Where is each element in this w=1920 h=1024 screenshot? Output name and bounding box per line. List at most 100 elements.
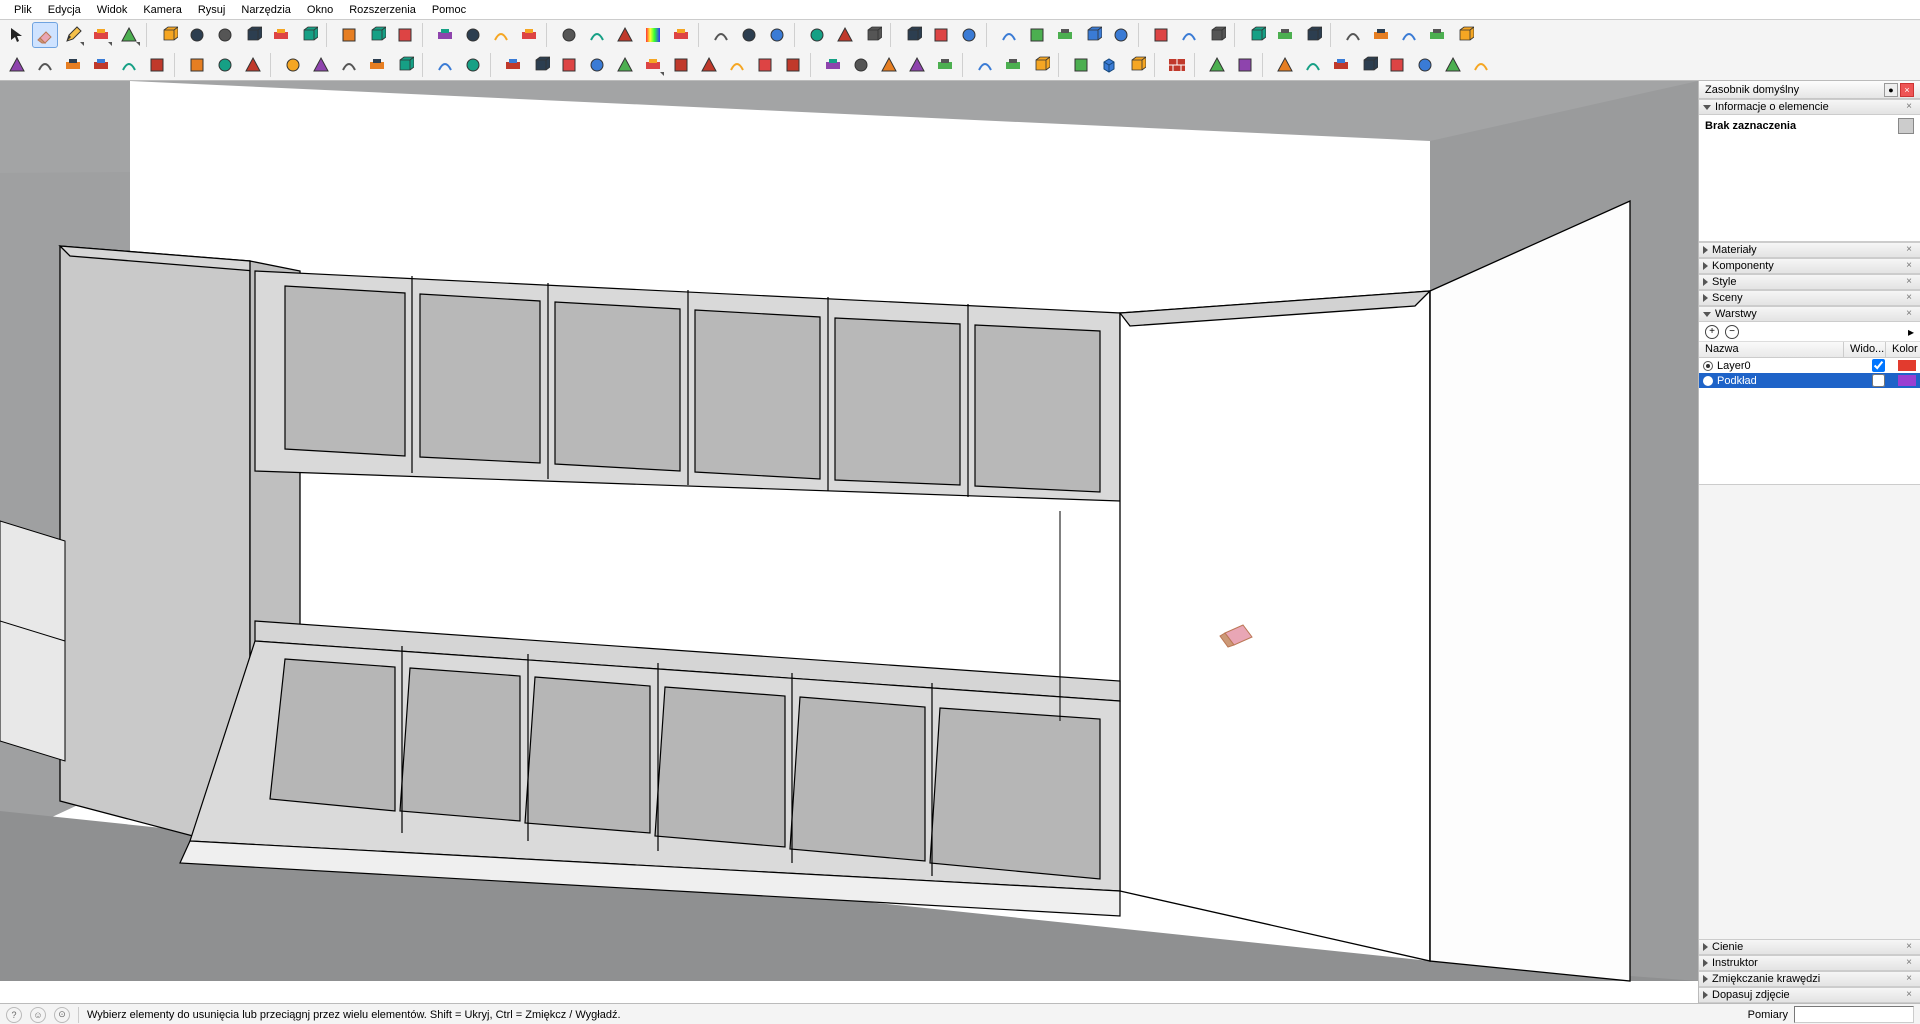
panel-materials-header[interactable]: Materiały × — [1699, 242, 1920, 258]
toolbar-poly1-button[interactable] — [996, 22, 1022, 48]
panel-close-icon[interactable]: × — [1902, 307, 1916, 321]
layer-visible-checkbox[interactable] — [1858, 374, 1898, 387]
toolbar-curve4-button[interactable] — [584, 52, 610, 78]
toolbar-arc-button[interactable] — [640, 52, 666, 78]
toolbar-scale-button[interactable] — [268, 22, 294, 48]
toolbar-sq2-button[interactable] — [696, 52, 722, 78]
tray-pin-icon[interactable]: ● — [1884, 83, 1898, 97]
toolbar-leaf-button[interactable] — [144, 52, 170, 78]
toolbar-tape-button[interactable] — [336, 22, 362, 48]
toolbar-arc1-button[interactable] — [900, 22, 926, 48]
toolbar-cubeblue-button[interactable] — [1096, 52, 1122, 78]
toolbar-curve6-button[interactable] — [724, 52, 750, 78]
toolbar-wrench2-button[interactable] — [460, 52, 486, 78]
toolbar-img2-button[interactable] — [212, 52, 238, 78]
menu-camera[interactable]: Kamera — [135, 2, 190, 18]
toolbar-poly2-button[interactable] — [1052, 22, 1078, 48]
menu-draw[interactable]: Rysuj — [190, 2, 234, 18]
toolbar-peel2-button[interactable] — [1424, 22, 1450, 48]
panel-close-icon[interactable]: × — [1902, 243, 1916, 257]
col-visible[interactable]: Wido... — [1844, 342, 1886, 357]
toolbar-paint-button[interactable] — [392, 22, 418, 48]
toolbar-eyedrop-button[interactable] — [668, 22, 694, 48]
panel-scenes-header[interactable]: Sceny × — [1699, 290, 1920, 306]
panel-matchphoto-header[interactable]: Dopasuj zdjęcie × — [1699, 987, 1920, 1003]
layer-menu-icon[interactable]: ▸ — [1908, 325, 1914, 339]
panel-close-icon[interactable]: × — [1902, 291, 1916, 305]
toolbar-rect-button[interactable] — [88, 22, 114, 48]
toolbar-ax3-button[interactable] — [1328, 52, 1354, 78]
toolbar-grid1-button[interactable] — [972, 52, 998, 78]
help-icon[interactable]: ? — [6, 1007, 22, 1023]
user-icon[interactable]: ☺ — [30, 1007, 46, 1023]
toolbar-layers2-button[interactable] — [1368, 22, 1394, 48]
menu-file[interactable]: Plik — [6, 2, 40, 18]
toolbar-pos-button[interactable] — [612, 22, 638, 48]
toolbar-boxes-button[interactable] — [1204, 22, 1230, 48]
toolbar-zigline-button[interactable] — [820, 52, 846, 78]
menu-extensions[interactable]: Rozszerzenia — [341, 2, 424, 18]
toolbar-zig-button[interactable] — [752, 52, 778, 78]
toolbar-panel2-button[interactable] — [832, 22, 858, 48]
toolbar-peel3-button[interactable] — [1452, 22, 1478, 48]
toolbar-peel1-button[interactable] — [1396, 22, 1422, 48]
toolbar-cube2-button[interactable] — [32, 52, 58, 78]
panel-close-icon[interactable]: × — [1902, 275, 1916, 289]
toolbar-ax2-button[interactable] — [1300, 52, 1326, 78]
remove-layer-icon[interactable]: − — [1725, 325, 1739, 339]
tray-title-bar[interactable]: Zasobnik domyślny ● × — [1699, 81, 1920, 99]
panel-close-icon[interactable]: × — [1902, 100, 1916, 114]
toolbar-zoomext-button[interactable] — [516, 22, 542, 48]
layer-color-swatch[interactable] — [1898, 360, 1916, 371]
panel-soften-header[interactable]: Zmiękczanie krawędzi × — [1699, 971, 1920, 987]
toolbar-sel4-button[interactable] — [364, 52, 390, 78]
layer-visible-checkbox[interactable] — [1858, 359, 1898, 372]
toolbar-brick-button[interactable] — [1164, 52, 1190, 78]
panel-instructor-header[interactable]: Instruktor × — [1699, 955, 1920, 971]
toolbar-curve3-button[interactable] — [556, 52, 582, 78]
toolbar-cube3-button[interactable] — [60, 52, 86, 78]
toolbar-kettle-button[interactable] — [736, 22, 762, 48]
toolbar-sel1-button[interactable] — [280, 52, 306, 78]
toolbar-orbit-button[interactable] — [432, 22, 458, 48]
toolbar-offset-button[interactable] — [296, 22, 322, 48]
toolbar-arc2-button[interactable] — [928, 22, 954, 48]
toolbar-lock-button[interactable] — [860, 22, 886, 48]
toolbar-zoom-button[interactable] — [488, 22, 514, 48]
toolbar-img1-button[interactable] — [184, 52, 210, 78]
toolbar-layers1-button[interactable] — [1340, 22, 1366, 48]
toolbar-box3do-button[interactable] — [1176, 22, 1202, 48]
panel-close-icon[interactable]: × — [1902, 259, 1916, 273]
menu-help[interactable]: Pomoc — [424, 2, 474, 18]
toolbar-followme-button[interactable] — [240, 22, 266, 48]
toolbar-pencil-button[interactable] — [60, 22, 86, 48]
layer-color-swatch[interactable] — [1898, 375, 1916, 386]
toolbar-sel5-button[interactable] — [392, 52, 418, 78]
toolbar-ax6-button[interactable] — [1412, 52, 1438, 78]
toolbar-grid2-button[interactable] — [1000, 52, 1026, 78]
layer-row[interactable]: Podkład — [1699, 373, 1920, 388]
panel-entity-info-header[interactable]: Informacje o elemencie × — [1699, 99, 1920, 115]
toolbar-ax7-button[interactable] — [1440, 52, 1466, 78]
menu-view[interactable]: Widok — [89, 2, 136, 18]
panel-close-icon[interactable]: × — [1902, 956, 1916, 970]
toolbar-ax5-button[interactable] — [1384, 52, 1410, 78]
toolbar-select-button[interactable] — [4, 22, 30, 48]
toolbar-sel2-button[interactable] — [308, 52, 334, 78]
toolbar-pushpull-button[interactable] — [156, 22, 182, 48]
add-layer-icon[interactable]: + — [1705, 325, 1719, 339]
layer-active-radio[interactable] — [1703, 361, 1713, 371]
layers-columns-header[interactable]: Nazwa Wido... Kolor — [1699, 342, 1920, 358]
toolbar-grid9-button[interactable] — [1300, 22, 1326, 48]
toolbar-slab-button[interactable] — [88, 52, 114, 78]
toolbar-grid3-button[interactable] — [1028, 52, 1054, 78]
layer-active-radio[interactable] — [1703, 376, 1713, 386]
toolbar-panel1-button[interactable] — [804, 22, 830, 48]
toolbar-poly-button[interactable] — [116, 22, 142, 48]
panel-layers-header[interactable]: Warstwy × — [1699, 306, 1920, 322]
toolbar-sq-button[interactable] — [668, 52, 694, 78]
toolbar-dimtext-button[interactable] — [364, 22, 390, 48]
menu-tools[interactable]: Narzędzia — [233, 2, 299, 18]
toolbar-pie-button[interactable] — [780, 52, 806, 78]
toolbar-hex-button[interactable] — [848, 52, 874, 78]
